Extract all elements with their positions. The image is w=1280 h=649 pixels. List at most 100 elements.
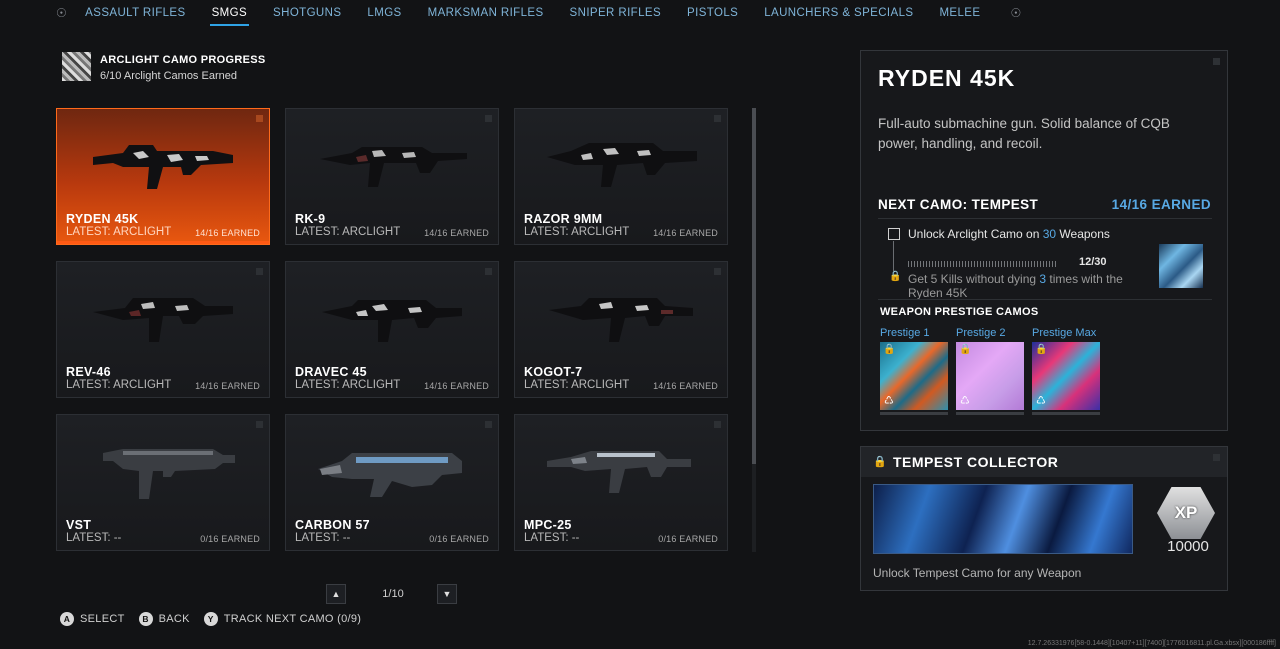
lock-icon: 🔒 <box>1035 344 1048 355</box>
weapon-image <box>320 147 467 187</box>
tab-shotguns[interactable]: SHOTGUNS <box>273 3 341 23</box>
weapon-card-rk-9[interactable]: RK-9 LATEST: ARCLIGHT 14/16 EARNED <box>285 108 499 245</box>
lock-icon: 🔒 <box>959 344 972 355</box>
panel-corner-marker <box>1213 454 1220 461</box>
weapon-card-dravec-45[interactable]: DRAVEC 45 LATEST: ARCLIGHT 14/16 EARNED <box>285 261 499 398</box>
weapon-description: Full-auto submachine gun. Solid balance … <box>878 116 1170 151</box>
divider <box>878 299 1212 300</box>
lock-icon: 🔒 <box>883 344 896 355</box>
challenge-connector <box>893 241 894 271</box>
prestige-1-bar <box>880 412 948 415</box>
weapon-earned-count: 14/16 EARNED <box>424 228 489 238</box>
grid-scrollbar[interactable] <box>752 108 756 552</box>
chevron-down-icon: ▼ <box>442 589 452 599</box>
weapon-earned-count: 0/16 EARNED <box>429 534 489 544</box>
prestige-2-label: Prestige 2 <box>956 327 1006 339</box>
arclight-camo-icon <box>62 52 91 81</box>
weapon-latest-camo: LATEST: ARCLIGHT <box>66 379 172 391</box>
tempest-calling-card[interactable] <box>873 484 1133 554</box>
prestige-2-bar <box>956 412 1024 415</box>
shoulder-left-icon[interactable]: ☉ <box>56 6 67 20</box>
page-indicator: 1/10 <box>382 588 404 600</box>
next-camo-label: NEXT CAMO: TEMPEST <box>878 197 1039 212</box>
shoulder-right-icon[interactable]: ☉ <box>1010 6 1021 20</box>
b-button-icon: B <box>138 612 153 626</box>
collector-title: TEMPEST COLLECTOR <box>893 454 1059 470</box>
challenge-progress-bar <box>908 261 1058 267</box>
weapon-image <box>318 453 462 497</box>
weapon-latest-camo: LATEST: -- <box>295 532 351 544</box>
prestige-1-swatch: 🔒 ♺ <box>880 342 948 410</box>
weapon-grid: RYDEN 45K LATEST: ARCLIGHT 14/16 EARNED … <box>56 108 728 552</box>
back-hint[interactable]: B BACK <box>138 612 190 626</box>
y-button-icon: Y <box>203 612 218 626</box>
weapon-title: RYDEN 45K <box>878 65 1016 91</box>
prestige-2-swatch: 🔒 ♺ <box>956 342 1024 410</box>
tab-assault-rifles[interactable]: ASSAULT RIFLES <box>85 3 185 23</box>
weapon-name: RAZOR 9MM <box>524 212 603 226</box>
track-camo-hint[interactable]: Y TRACK NEXT CAMO (0/9) <box>203 612 362 626</box>
button-hints: A SELECT B BACK Y TRACK NEXT CAMO (0/9) <box>60 612 375 626</box>
prestige-2-camo[interactable]: Prestige 2 🔒 ♺ <box>956 327 1024 415</box>
lock-icon: 🔒 <box>889 271 902 282</box>
tab-lmgs[interactable]: LMGS <box>367 3 401 23</box>
weapon-image <box>547 143 697 187</box>
divider <box>878 218 1212 219</box>
weapon-latest-camo: LATEST: ARCLIGHT <box>295 226 401 238</box>
select-label: SELECT <box>80 613 125 625</box>
weapon-name: MPC-25 <box>524 518 572 532</box>
weapon-latest-camo: LATEST: -- <box>524 532 580 544</box>
challenge-1-text: Unlock Arclight Camo on 30 Weapons <box>908 227 1110 241</box>
weapon-card-mpc-25[interactable]: MPC-25 LATEST: -- 0/16 EARNED <box>514 414 728 551</box>
weapon-image <box>549 298 693 342</box>
tab-pistols[interactable]: PISTOLS <box>687 3 738 23</box>
challenge-progress-count: 12/30 <box>1079 256 1107 268</box>
weapon-card-rev-46[interactable]: REV-46 LATEST: ARCLIGHT 14/16 EARNED <box>56 261 270 398</box>
weapon-earned-count: 14/16 EARNED <box>653 381 718 391</box>
weapon-name: RYDEN 45K <box>66 212 139 226</box>
weapon-card-carbon-57[interactable]: CARBON 57 LATEST: -- 0/16 EARNED <box>285 414 499 551</box>
prestige-max-camo[interactable]: Prestige Max 🔒 ♺ <box>1032 327 1100 415</box>
tempest-camo-preview[interactable] <box>1159 244 1203 288</box>
prestige-max-swatch: 🔒 ♺ <box>1032 342 1100 410</box>
track-camo-label: TRACK NEXT CAMO (0/9) <box>223 613 362 625</box>
weapon-detail-panel: RYDEN 45K Full-auto submachine gun. Soli… <box>860 50 1228 431</box>
page-down-button[interactable]: ▼ <box>437 584 457 604</box>
prestige-max-label: Prestige Max <box>1032 327 1097 339</box>
weapon-latest-camo: LATEST: -- <box>66 532 122 544</box>
prestige-1-camo[interactable]: Prestige 1 🔒 ♺ <box>880 327 948 415</box>
xp-badge-icon: XP <box>1157 487 1215 539</box>
prestige-max-bar <box>1032 412 1100 415</box>
xp-reward-value: 10000 <box>1167 538 1209 555</box>
weapon-card-ryden-45k[interactable]: RYDEN 45K LATEST: ARCLIGHT 14/16 EARNED <box>56 108 270 245</box>
prestige-1-label: Prestige 1 <box>880 327 930 339</box>
weapon-image <box>322 300 462 342</box>
select-hint[interactable]: A SELECT <box>60 612 125 626</box>
weapon-card-razor-9mm[interactable]: RAZOR 9MM LATEST: ARCLIGHT 14/16 EARNED <box>514 108 728 245</box>
grid-scrollbar-thumb[interactable] <box>752 108 756 464</box>
weapon-name: REV-46 <box>66 365 111 379</box>
collector-description: Unlock Tempest Camo for any Weapon <box>873 566 1082 580</box>
weapon-class-tabs: ☉ ASSAULT RIFLES SMGS SHOTGUNS LMGS MARK… <box>0 0 1280 26</box>
tab-melee[interactable]: MELEE <box>939 3 980 23</box>
weapon-earned-count: 0/16 EARNED <box>658 534 718 544</box>
tab-marksman-rifles[interactable]: MARKSMAN RIFLES <box>428 3 544 23</box>
page-up-button[interactable]: ▲ <box>326 584 346 604</box>
tab-sniper-rifles[interactable]: SNIPER RIFLES <box>570 3 661 23</box>
card-corner-marker <box>485 421 492 428</box>
a-button-icon: A <box>60 612 74 626</box>
weapon-earned-count: 14/16 EARNED <box>424 381 489 391</box>
card-corner-marker <box>256 421 263 428</box>
prestige-camos-header: WEAPON PRESTIGE CAMOS <box>880 306 1039 318</box>
challenge-checkbox <box>888 228 900 240</box>
tab-smgs[interactable]: SMGS <box>209 3 250 26</box>
lock-icon: 🔒 <box>873 456 887 468</box>
weapon-card-vst[interactable]: VST LATEST: -- 0/16 EARNED <box>56 414 270 551</box>
weapon-name: RK-9 <box>295 212 326 226</box>
weapon-earned-count: 14/16 EARNED <box>195 228 260 238</box>
tab-launchers-specials[interactable]: LAUNCHERS & SPECIALS <box>764 3 913 23</box>
chevron-up-icon: ▲ <box>331 589 341 599</box>
back-label: BACK <box>158 613 190 625</box>
weapon-card-kogot-7[interactable]: KOGOT-7 LATEST: ARCLIGHT 14/16 EARNED <box>514 261 728 398</box>
prestige-emblem-icon: ♺ <box>960 395 970 407</box>
